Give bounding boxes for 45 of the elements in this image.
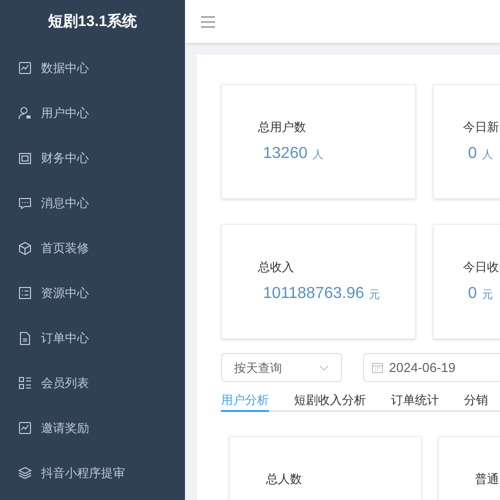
tab[interactable]: 订单统计 xyxy=(391,385,439,412)
date-value: 2024-06-19 xyxy=(389,358,456,377)
layers-icon xyxy=(18,466,32,480)
user-icon xyxy=(18,106,32,120)
wallet-icon xyxy=(18,150,32,164)
menu-item[interactable]: 财务中心 xyxy=(41,148,89,166)
stat-value: 13260 xyxy=(263,144,308,164)
menu-item[interactable]: 用户中心 xyxy=(41,104,89,122)
menu-item[interactable]: 资源中心 xyxy=(41,284,89,302)
date-field[interactable]: 2024-06-19 xyxy=(363,353,500,382)
document-icon xyxy=(18,330,32,344)
menu-item[interactable]: 订单中心 xyxy=(41,328,89,346)
menu-icon[interactable] xyxy=(201,16,215,28)
menu-item[interactable]: 数据中心 xyxy=(41,58,89,76)
menu-item[interactable]: 抖音小程序提审 xyxy=(41,464,125,482)
cube-icon xyxy=(18,240,32,254)
calendar-icon xyxy=(372,362,383,373)
chart-icon xyxy=(18,420,32,434)
menu-item[interactable]: 消息中心 xyxy=(41,194,89,212)
stat-unit: 元 xyxy=(369,288,380,302)
menu-item[interactable]: 邀请奖励 xyxy=(41,418,89,436)
select-value: 按天查询 xyxy=(234,360,282,376)
stat-value: 0 xyxy=(468,284,477,304)
stat-label: 总收入 xyxy=(258,258,294,276)
stat-unit: 人 xyxy=(312,148,324,162)
list-icon xyxy=(18,286,32,300)
tab[interactable]: 分销 xyxy=(464,385,488,412)
analysis-label: 总人数 xyxy=(266,472,302,486)
stat-label: 今日收 xyxy=(463,258,499,276)
tab[interactable]: 短剧收入分析 xyxy=(294,385,366,412)
stat-label: 总用户数 xyxy=(258,118,306,136)
stat-unit: 人 xyxy=(482,148,493,162)
chevron-down-icon xyxy=(319,364,329,370)
app-title: 短剧13.1系统 xyxy=(48,12,138,32)
menu-item[interactable]: 会员列表 xyxy=(41,374,89,392)
chart-icon xyxy=(18,60,32,74)
stat-unit: 元 xyxy=(482,288,493,302)
stat-value: 0 xyxy=(468,144,477,164)
analysis-label: 普通 xyxy=(475,472,499,486)
period-select[interactable]: 按天查询 xyxy=(221,353,342,382)
stat-value: 101188763.96 xyxy=(263,284,364,304)
menu-item[interactable]: 首页装修 xyxy=(41,238,89,256)
grid-list-icon xyxy=(18,376,32,390)
message-icon xyxy=(18,196,32,210)
stat-label: 今日新 xyxy=(463,118,499,136)
